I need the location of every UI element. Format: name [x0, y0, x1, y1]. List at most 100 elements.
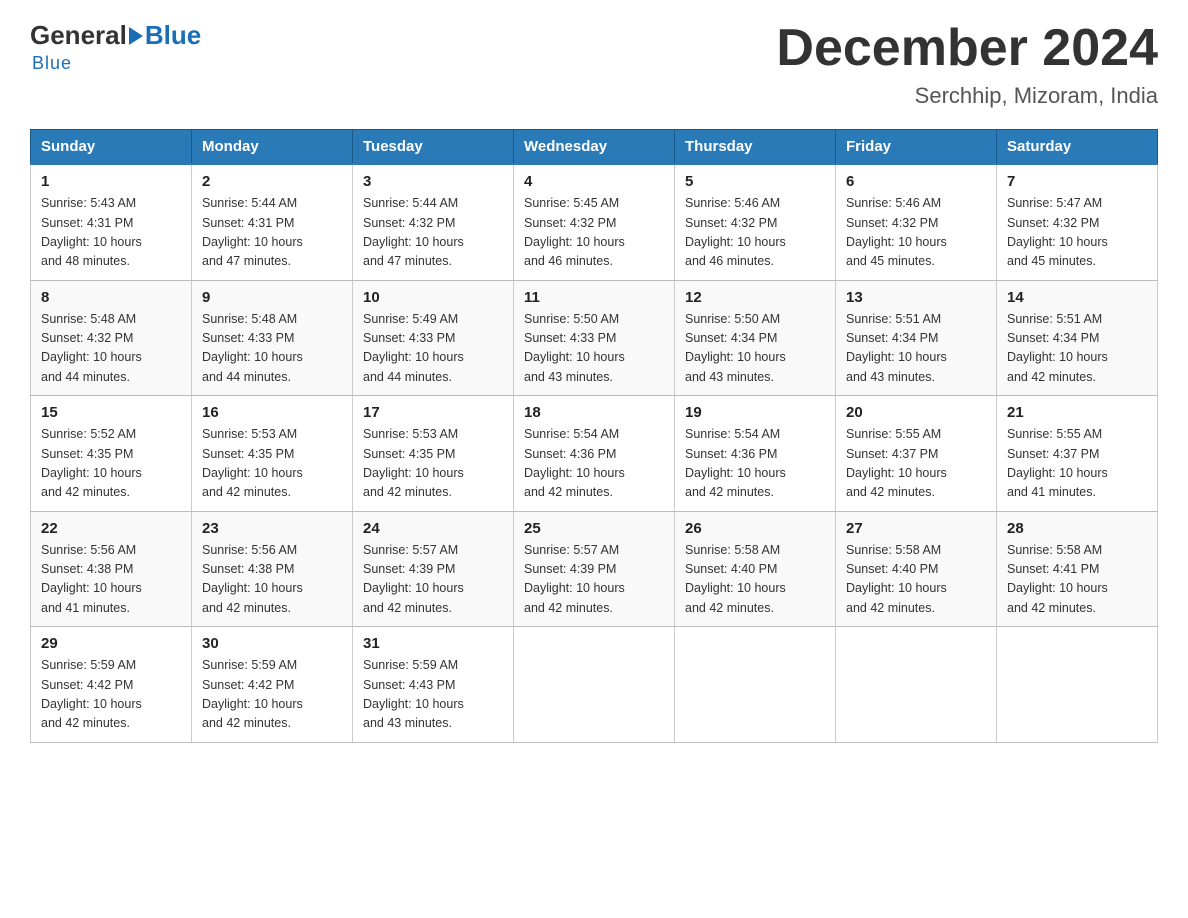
calendar-day-cell: 8Sunrise: 5:48 AMSunset: 4:32 PMDaylight… [31, 280, 192, 396]
calendar-day-cell: 20 Sunrise: 5:55 AMSunset: 4:37 PMDayligh… [836, 396, 997, 512]
day-info: Sunrise: 5:44 AMSunset: 4:32 PMDaylight:… [363, 194, 503, 272]
day-info: Sunrise: 5:55 AMSunset: 4:37 PMDaylight:… [846, 425, 986, 503]
weekday-header-saturday: Saturday [997, 130, 1158, 165]
calendar-day-cell: 28 Sunrise: 5:58 AMSunset: 4:41 PMDayligh… [997, 511, 1158, 627]
calendar-day-cell [514, 627, 675, 743]
calendar-day-cell: 22 Sunrise: 5:56 AMSunset: 4:38 PMDayligh… [31, 511, 192, 627]
calendar-day-cell: 30 Sunrise: 5:59 AMSunset: 4:42 PMDayligh… [192, 627, 353, 743]
calendar-day-cell: 1Sunrise: 5:43 AMSunset: 4:31 PMDaylight… [31, 164, 192, 280]
day-info: Sunrise: 5:58 AMSunset: 4:40 PMDaylight:… [846, 541, 986, 619]
calendar-day-cell: 14 Sunrise: 5:51 AMSunset: 4:34 PMDayligh… [997, 280, 1158, 396]
calendar-day-cell: 11 Sunrise: 5:50 AMSunset: 4:33 PMDayligh… [514, 280, 675, 396]
calendar-day-cell: 26Sunrise: 5:58 AMSunset: 4:40 PMDayligh… [675, 511, 836, 627]
day-info: Sunrise: 5:51 AMSunset: 4:34 PMDaylight:… [1007, 310, 1147, 388]
day-number: 24 [363, 520, 503, 537]
day-number: 31 [363, 635, 503, 652]
day-number: 22 [41, 520, 181, 537]
day-number: 23 [202, 520, 342, 537]
day-number: 17 [363, 404, 503, 421]
calendar-day-cell: 13Sunrise: 5:51 AMSunset: 4:34 PMDayligh… [836, 280, 997, 396]
calendar-day-cell: 6Sunrise: 5:46 AMSunset: 4:32 PMDaylight… [836, 164, 997, 280]
day-info: Sunrise: 5:54 AMSunset: 4:36 PMDaylight:… [524, 425, 664, 503]
calendar-day-cell: 21 Sunrise: 5:55 AMSunset: 4:37 PMDayligh… [997, 396, 1158, 512]
calendar-day-cell: 15 Sunrise: 5:52 AMSunset: 4:35 PMDayligh… [31, 396, 192, 512]
day-number: 7 [1007, 173, 1147, 190]
day-number: 3 [363, 173, 503, 190]
calendar-day-cell: 25 Sunrise: 5:57 AMSunset: 4:39 PMDayligh… [514, 511, 675, 627]
day-number: 2 [202, 173, 342, 190]
day-info: Sunrise: 5:48 AMSunset: 4:32 PMDaylight:… [41, 310, 181, 388]
day-info: Sunrise: 5:45 AMSunset: 4:32 PMDaylight:… [524, 194, 664, 272]
calendar-day-cell: 9Sunrise: 5:48 AMSunset: 4:33 PMDaylight… [192, 280, 353, 396]
day-number: 30 [202, 635, 342, 652]
calendar-day-cell: 18 Sunrise: 5:54 AMSunset: 4:36 PMDayligh… [514, 396, 675, 512]
day-number: 28 [1007, 520, 1147, 537]
day-info: Sunrise: 5:50 AMSunset: 4:33 PMDaylight:… [524, 310, 664, 388]
calendar-day-cell [836, 627, 997, 743]
page-header: General Blue Blue December 2024 Serchhip… [30, 20, 1158, 109]
calendar-day-cell: 12Sunrise: 5:50 AMSunset: 4:34 PMDayligh… [675, 280, 836, 396]
day-info: Sunrise: 5:46 AMSunset: 4:32 PMDaylight:… [685, 194, 825, 272]
day-number: 20 [846, 404, 986, 421]
day-info: Sunrise: 5:47 AMSunset: 4:32 PMDaylight:… [1007, 194, 1147, 272]
calendar-week-row: 29 Sunrise: 5:59 AMSunset: 4:42 PMDayligh… [31, 627, 1158, 743]
calendar-day-cell: 29 Sunrise: 5:59 AMSunset: 4:42 PMDayligh… [31, 627, 192, 743]
day-number: 4 [524, 173, 664, 190]
day-info: Sunrise: 5:55 AMSunset: 4:37 PMDaylight:… [1007, 425, 1147, 503]
calendar-day-cell: 24 Sunrise: 5:57 AMSunset: 4:39 PMDayligh… [353, 511, 514, 627]
calendar-day-cell: 16 Sunrise: 5:53 AMSunset: 4:35 PMDayligh… [192, 396, 353, 512]
day-number: 12 [685, 289, 825, 306]
day-number: 27 [846, 520, 986, 537]
day-info: Sunrise: 5:46 AMSunset: 4:32 PMDaylight:… [846, 194, 986, 272]
day-number: 11 [524, 289, 664, 306]
calendar-day-cell: 7 Sunrise: 5:47 AMSunset: 4:32 PMDaylight… [997, 164, 1158, 280]
calendar-week-row: 15 Sunrise: 5:52 AMSunset: 4:35 PMDayligh… [31, 396, 1158, 512]
calendar-week-row: 1Sunrise: 5:43 AMSunset: 4:31 PMDaylight… [31, 164, 1158, 280]
day-info: Sunrise: 5:59 AMSunset: 4:43 PMDaylight:… [363, 656, 503, 734]
day-info: Sunrise: 5:53 AMSunset: 4:35 PMDaylight:… [202, 425, 342, 503]
title-block: December 2024 Serchhip, Mizoram, India [776, 20, 1158, 109]
day-info: Sunrise: 5:49 AMSunset: 4:33 PMDaylight:… [363, 310, 503, 388]
calendar-body: 1Sunrise: 5:43 AMSunset: 4:31 PMDaylight… [31, 164, 1158, 742]
day-info: Sunrise: 5:58 AMSunset: 4:41 PMDaylight:… [1007, 541, 1147, 619]
day-number: 29 [41, 635, 181, 652]
day-info: Sunrise: 5:44 AMSunset: 4:31 PMDaylight:… [202, 194, 342, 272]
day-number: 15 [41, 404, 181, 421]
calendar-title: December 2024 [776, 20, 1158, 77]
calendar-subtitle: Serchhip, Mizoram, India [776, 83, 1158, 109]
day-number: 1 [41, 173, 181, 190]
day-info: Sunrise: 5:56 AMSunset: 4:38 PMDaylight:… [41, 541, 181, 619]
weekday-header-tuesday: Tuesday [353, 130, 514, 165]
logo-triangle-icon [129, 27, 143, 45]
calendar-week-row: 8Sunrise: 5:48 AMSunset: 4:32 PMDaylight… [31, 280, 1158, 396]
day-info: Sunrise: 5:59 AMSunset: 4:42 PMDaylight:… [41, 656, 181, 734]
day-info: Sunrise: 5:57 AMSunset: 4:39 PMDaylight:… [363, 541, 503, 619]
calendar-day-cell [675, 627, 836, 743]
weekday-header-monday: Monday [192, 130, 353, 165]
day-number: 16 [202, 404, 342, 421]
day-number: 26 [685, 520, 825, 537]
logo: General Blue Blue [30, 20, 201, 74]
day-info: Sunrise: 5:57 AMSunset: 4:39 PMDaylight:… [524, 541, 664, 619]
calendar-day-cell: 23Sunrise: 5:56 AMSunset: 4:38 PMDayligh… [192, 511, 353, 627]
weekday-header-thursday: Thursday [675, 130, 836, 165]
weekday-header-row: SundayMondayTuesdayWednesdayThursdayFrid… [31, 130, 1158, 165]
calendar-table: SundayMondayTuesdayWednesdayThursdayFrid… [30, 129, 1158, 743]
day-number: 25 [524, 520, 664, 537]
day-number: 14 [1007, 289, 1147, 306]
calendar-day-cell: 19Sunrise: 5:54 AMSunset: 4:36 PMDayligh… [675, 396, 836, 512]
day-info: Sunrise: 5:59 AMSunset: 4:42 PMDaylight:… [202, 656, 342, 734]
weekday-header-friday: Friday [836, 130, 997, 165]
day-number: 10 [363, 289, 503, 306]
logo-general-text: General [30, 20, 127, 51]
day-number: 5 [685, 173, 825, 190]
calendar-day-cell: 2 Sunrise: 5:44 AMSunset: 4:31 PMDaylight… [192, 164, 353, 280]
day-info: Sunrise: 5:52 AMSunset: 4:35 PMDaylight:… [41, 425, 181, 503]
day-number: 19 [685, 404, 825, 421]
day-number: 21 [1007, 404, 1147, 421]
day-number: 18 [524, 404, 664, 421]
logo-blue-text: Blue [145, 20, 201, 51]
calendar-header: SundayMondayTuesdayWednesdayThursdayFrid… [31, 130, 1158, 165]
logo-underline: Blue [30, 53, 72, 74]
calendar-day-cell: 3 Sunrise: 5:44 AMSunset: 4:32 PMDaylight… [353, 164, 514, 280]
